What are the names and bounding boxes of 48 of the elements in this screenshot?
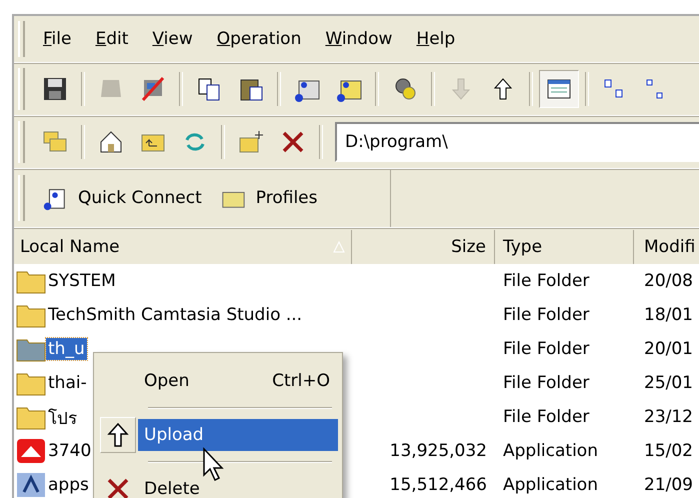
file-size: 13,925,032	[390, 441, 487, 461]
file-date: 25/01	[644, 373, 693, 393]
menu-item[interactable]: Edit	[95, 27, 128, 51]
file-size: 15,512,466	[390, 475, 487, 495]
menu-item[interactable]: View	[152, 27, 193, 51]
file-date: 23/12	[644, 407, 693, 427]
toolbar-grip[interactable]	[18, 121, 25, 163]
toolbar-grip[interactable]	[18, 68, 25, 110]
column-header[interactable]: Modifi	[634, 230, 699, 264]
file-type: File Folder	[503, 271, 590, 291]
file-date: 18/01	[644, 305, 693, 325]
toolbar-grip[interactable]	[18, 174, 25, 222]
profiles-button[interactable]: Profiles	[210, 180, 326, 216]
file-type: Application	[503, 475, 598, 495]
file-type: File Folder	[503, 407, 590, 427]
context-menu-item[interactable]: Upload	[138, 419, 338, 451]
file-type: File Folder	[503, 373, 590, 393]
file-type: Application	[503, 441, 598, 461]
menu-item[interactable]: Help	[416, 27, 456, 51]
file-type: File Folder	[503, 339, 590, 359]
file-name[interactable]: SYSTEM	[46, 270, 118, 292]
file-name[interactable]: th_u	[46, 338, 87, 360]
file-date: 20/01	[644, 339, 693, 359]
file-type: File Folder	[503, 305, 590, 325]
column-header[interactable]: Size	[352, 230, 495, 264]
sort-icon	[333, 241, 345, 253]
file-date: 15/02	[644, 441, 693, 461]
toolbar-grip[interactable]	[18, 20, 25, 58]
path-field[interactable]: D:\program\	[335, 122, 699, 162]
disconnect-icon	[139, 75, 167, 103]
column-header[interactable]: Local Name	[14, 230, 352, 264]
menu-item[interactable]: Operation	[216, 27, 302, 51]
application-icon	[16, 472, 46, 498]
file-name[interactable]: โปร	[46, 402, 79, 432]
file-date: 20/08	[644, 271, 693, 291]
file-name[interactable]: apps	[46, 474, 91, 496]
delete-icon	[106, 477, 130, 498]
menu-item[interactable]: Window	[325, 27, 392, 51]
file-name[interactable]: 3740	[46, 440, 94, 462]
column-header[interactable]: Type	[495, 230, 634, 264]
panel-toolbar-button[interactable]	[539, 70, 579, 108]
quick-connect-button[interactable]: Quick Connect	[33, 180, 211, 216]
menu-item[interactable]: File	[43, 27, 72, 51]
file-name[interactable]: TechSmith Camtasia Studio ...	[46, 304, 304, 326]
file-date: 21/09	[644, 475, 693, 495]
context-menu-item[interactable]: Open Ctrl+O	[138, 365, 338, 397]
file-name[interactable]: thai-	[46, 372, 89, 394]
context-menu-item[interactable]: Delete	[138, 473, 338, 498]
